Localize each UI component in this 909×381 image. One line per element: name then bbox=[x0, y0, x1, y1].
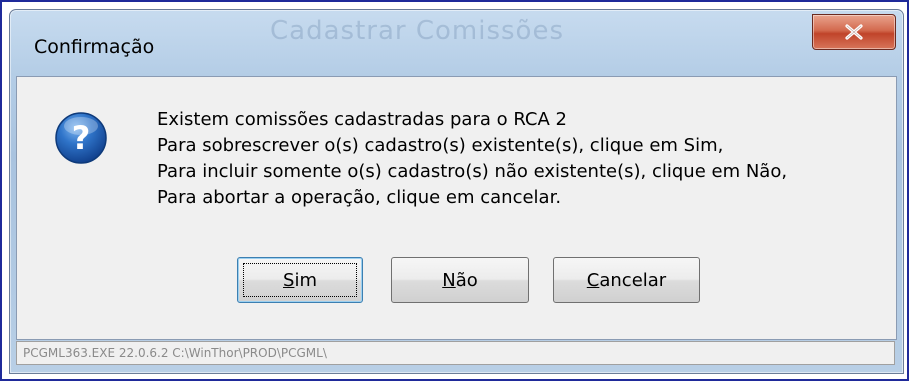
cancel-button-label: Cancelar bbox=[586, 269, 667, 291]
question-icon: ? bbox=[54, 111, 108, 165]
dialog-message: Existem comissões cadastradas para o RCA… bbox=[157, 107, 892, 211]
cancel-button[interactable]: Cancelar bbox=[553, 257, 700, 303]
message-line: Para abortar a operação, clique em cance… bbox=[157, 187, 562, 208]
message-line: Para incluir somente o(s) cadastro(s) nã… bbox=[157, 161, 788, 182]
no-button-label: Não bbox=[442, 269, 478, 291]
status-bar: PCGML363.EXE 22.0.6.2 C:\WinThor\PROD\PC… bbox=[16, 341, 895, 365]
screenshot-frame: Cadastrar Comissões Confirmação ? Existe… bbox=[0, 0, 909, 381]
dialog-body: ? Existem comissões cadastradas para o R… bbox=[16, 76, 897, 340]
no-button[interactable]: Não bbox=[391, 257, 529, 303]
message-line: Existem comissões cadastradas para o RCA… bbox=[157, 109, 567, 130]
yes-button-label: Sim bbox=[283, 269, 317, 291]
dialog-title: Confirmação bbox=[34, 36, 155, 58]
confirmation-dialog: Cadastrar Comissões Confirmação ? Existe… bbox=[9, 9, 904, 374]
svg-text:?: ? bbox=[72, 119, 91, 157]
close-button[interactable] bbox=[812, 14, 896, 50]
message-line: Para sobrescrever o(s) cadastro(s) exist… bbox=[157, 135, 724, 156]
yes-button[interactable]: Sim bbox=[237, 257, 363, 303]
title-bar[interactable]: Cadastrar Comissões Confirmação bbox=[10, 10, 903, 78]
close-icon bbox=[844, 24, 864, 40]
background-window-title: Cadastrar Comissões bbox=[270, 16, 564, 46]
